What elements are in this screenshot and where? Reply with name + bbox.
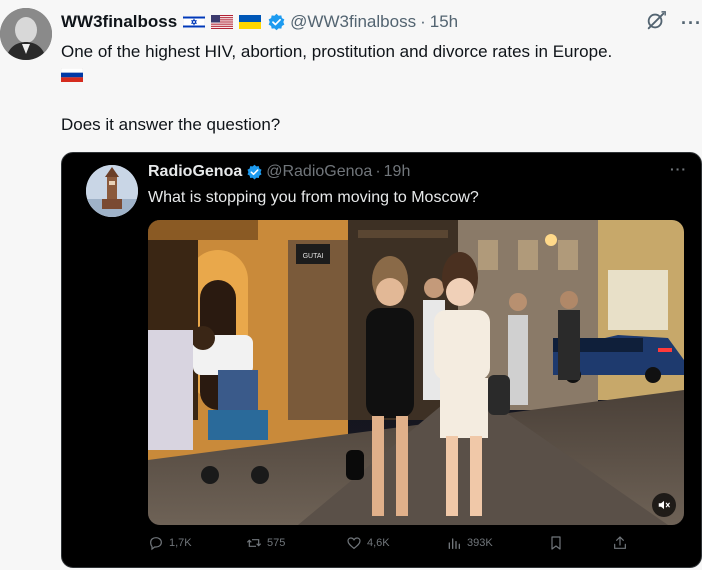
views-icon bbox=[448, 538, 460, 549]
repost-icon bbox=[246, 539, 262, 547]
grok-icon[interactable] bbox=[645, 10, 667, 37]
tweet-text: One of the highest HIV, abortion, prosti… bbox=[61, 40, 696, 82]
verified-badge-icon[interactable] bbox=[267, 13, 286, 32]
quote-time[interactable]: 19h bbox=[384, 163, 411, 181]
quote-author-name[interactable]: RadioGenoa bbox=[148, 163, 242, 181]
like-count: 4,6K bbox=[367, 537, 390, 549]
more-icon[interactable]: ··· bbox=[670, 161, 687, 177]
mute-icon bbox=[658, 500, 670, 510]
bookmark-button[interactable] bbox=[548, 535, 564, 551]
video-frame-image: GUTAI bbox=[148, 220, 684, 525]
quote-author-avatar[interactable] bbox=[86, 165, 138, 217]
quote-video[interactable]: GUTAI bbox=[148, 220, 684, 525]
author-avatar[interactable] bbox=[0, 8, 52, 60]
like-icon bbox=[347, 537, 361, 550]
author-handle[interactable]: @WW3finalboss bbox=[290, 12, 416, 32]
usa-flag-icon bbox=[211, 15, 234, 29]
like-button[interactable]: 4,6K bbox=[346, 535, 390, 551]
tweet-question: Does it answer the question? bbox=[61, 115, 281, 134]
share-button[interactable] bbox=[612, 535, 628, 551]
separator-dot: · bbox=[375, 163, 381, 180]
views-button[interactable]: 393K bbox=[446, 535, 493, 551]
tweet-text-body: One of the highest HIV, abortion, prosti… bbox=[61, 42, 613, 61]
mute-button[interactable] bbox=[652, 493, 676, 517]
tweet-header: WW3finalboss @WW3finalboss · 15h ··· bbox=[61, 10, 702, 34]
quote-text: What is stopping you from moving to Mosc… bbox=[148, 189, 479, 206]
repost-button[interactable]: 575 bbox=[246, 535, 285, 551]
ukraine-flag-icon bbox=[239, 15, 262, 29]
tweet-time[interactable]: 15h bbox=[430, 12, 458, 32]
author-name[interactable]: WW3finalboss bbox=[61, 12, 177, 32]
more-icon[interactable]: ··· bbox=[681, 13, 702, 34]
quote-action-bar: 1,7K 575 4,6K 393K bbox=[148, 535, 628, 557]
view-count: 393K bbox=[467, 537, 493, 549]
header-actions: ··· bbox=[645, 10, 702, 37]
reply-icon bbox=[150, 537, 162, 551]
quote-header: RadioGenoa @RadioGenoa · 19h bbox=[148, 163, 410, 181]
verified-badge-icon[interactable] bbox=[246, 164, 263, 181]
russia-flag-icon bbox=[61, 68, 83, 82]
reply-count: 1,7K bbox=[169, 537, 192, 549]
separator-dot: · bbox=[420, 12, 426, 31]
share-icon bbox=[614, 536, 626, 549]
bookmark-icon bbox=[551, 536, 561, 550]
quoted-tweet-card[interactable]: RadioGenoa @RadioGenoa · 19h ··· What is… bbox=[61, 152, 702, 568]
israel-flag-icon bbox=[182, 14, 206, 30]
quote-author-handle[interactable]: @RadioGenoa bbox=[266, 163, 372, 181]
repost-count: 575 bbox=[267, 537, 286, 549]
reply-button[interactable]: 1,7K bbox=[148, 535, 192, 551]
shop-sign-text: GUTAI bbox=[303, 253, 324, 260]
